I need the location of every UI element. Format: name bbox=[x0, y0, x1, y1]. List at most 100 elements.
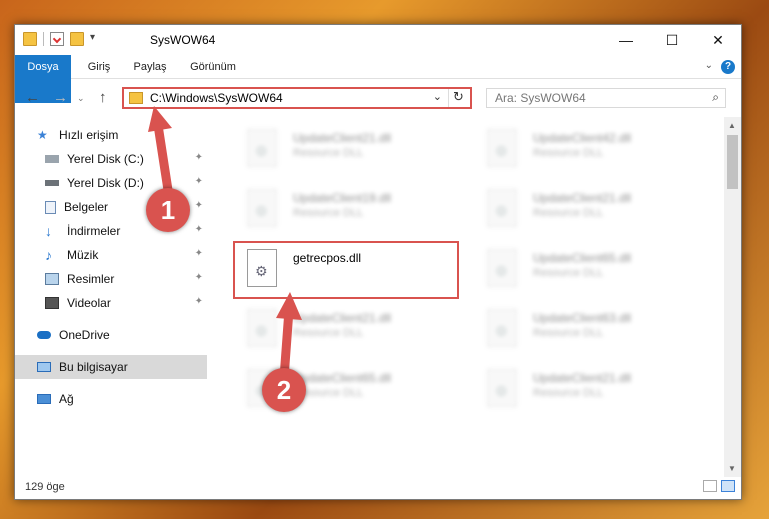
navigation-bar: ← → ⌄ ↑ C:\Windows\SysWOW64 ⌄ ↻ Ara: Sys… bbox=[15, 80, 741, 116]
sidebar-item-music[interactable]: ♪ Müzik ✦ bbox=[15, 243, 207, 267]
file-type: Resource DLL bbox=[533, 147, 604, 159]
file-name: UpdateClient21.dll bbox=[293, 131, 392, 145]
pin-icon[interactable]: ✦ bbox=[195, 224, 203, 235]
details-view-icon[interactable] bbox=[703, 480, 717, 492]
expand-ribbon-icon[interactable]: ⌄ bbox=[705, 60, 713, 71]
up-button[interactable]: ↑ bbox=[99, 89, 107, 106]
gear-icon: ⚙ bbox=[495, 323, 508, 339]
sidebar-item-this-pc[interactable]: Bu bilgisayar bbox=[15, 355, 207, 379]
tab-home[interactable]: Giriş bbox=[79, 55, 119, 79]
file-item[interactable]: ⚙ UpdateClient21.dll Resource DLL bbox=[235, 125, 465, 173]
tab-share[interactable]: Paylaş bbox=[127, 55, 173, 79]
back-button[interactable]: ← bbox=[25, 89, 40, 106]
customize-toolbar-icon[interactable]: ▾ bbox=[90, 32, 104, 46]
file-type: Resource DLL bbox=[533, 387, 604, 399]
scroll-down-icon[interactable]: ▼ bbox=[728, 464, 736, 473]
sidebar-item-quick-access[interactable]: ★ Hızlı erişim bbox=[15, 123, 207, 147]
file-item[interactable]: ⚙ UpdateClient21.dll Resource DLL bbox=[475, 185, 705, 233]
gear-icon: ⚙ bbox=[255, 143, 268, 159]
search-icon[interactable]: ⌕ bbox=[712, 90, 719, 105]
gear-icon: ⚙ bbox=[255, 323, 268, 339]
file-item[interactable]: ⚙ UpdateClient21.dll Resource DLL bbox=[475, 365, 705, 413]
search-input[interactable]: Ara: SysWOW64 ⌕ bbox=[486, 88, 726, 108]
sidebar-item-network[interactable]: Ağ bbox=[15, 387, 207, 411]
file-name: UpdateClient21.dll bbox=[293, 311, 392, 325]
help-icon[interactable]: ? bbox=[721, 60, 735, 74]
tiles-view-icon[interactable] bbox=[721, 480, 735, 492]
target-file-item[interactable]: ⚙ getrecpos.dll bbox=[235, 245, 465, 293]
minimize-button[interactable]: — bbox=[603, 25, 649, 55]
sidebar-item-label: Hızlı erişim bbox=[59, 128, 119, 142]
pin-icon[interactable]: ✦ bbox=[195, 272, 203, 283]
file-item[interactable]: ⚙ UpdateClient19.dll Resource DLL bbox=[235, 185, 465, 233]
vertical-scrollbar[interactable]: ▲ ▼ bbox=[724, 117, 741, 477]
address-bar[interactable]: C:\Windows\SysWOW64 ⌄ ↻ bbox=[122, 87, 472, 109]
address-dropdown-icon[interactable]: ⌄ bbox=[433, 90, 442, 103]
sidebar-item-label: OneDrive bbox=[59, 328, 110, 342]
computer-icon bbox=[37, 362, 51, 372]
file-item[interactable]: ⚙ UpdateClient42.dll Resource DLL bbox=[475, 125, 705, 173]
pin-icon[interactable]: ✦ bbox=[195, 248, 203, 259]
tab-view[interactable]: Görünüm bbox=[183, 55, 243, 79]
gear-icon: ⚙ bbox=[255, 203, 268, 219]
network-icon bbox=[37, 394, 51, 404]
recent-locations-icon[interactable]: ⌄ bbox=[77, 93, 85, 104]
sidebar-item-label: İndirmeler bbox=[67, 224, 121, 238]
properties-icon[interactable] bbox=[50, 32, 64, 46]
sidebar-item-disk-c[interactable]: Yerel Disk (C:) ✦ bbox=[15, 147, 207, 171]
file-name: getrecpos.dll bbox=[293, 251, 362, 265]
file-type: Resource DLL bbox=[533, 327, 604, 339]
documents-icon bbox=[45, 200, 56, 214]
refresh-icon[interactable]: ↻ bbox=[448, 89, 468, 107]
file-name: UpdateClient21.dll bbox=[533, 371, 632, 385]
file-item[interactable]: ⚙ UpdateClient21.dll Resource DLL bbox=[235, 305, 465, 353]
sidebar-item-label: Belgeler bbox=[64, 200, 109, 214]
status-bar: 129 öge bbox=[15, 475, 741, 499]
sidebar-item-label: Bu bilgisayar bbox=[59, 360, 128, 374]
window-controls: — ☐ ✕ bbox=[603, 25, 741, 55]
drive-icon bbox=[45, 180, 59, 186]
window-title: SysWOW64 bbox=[150, 33, 216, 47]
forward-button[interactable]: → bbox=[53, 89, 68, 106]
address-path: C:\Windows\SysWOW64 bbox=[150, 91, 283, 105]
music-icon: ♪ bbox=[45, 247, 52, 263]
sidebar-item-label: Yerel Disk (D:) bbox=[67, 176, 144, 190]
gear-icon: ⚙ bbox=[495, 143, 508, 159]
pin-icon[interactable]: ✦ bbox=[195, 152, 203, 163]
ribbon-tabs: Dosya Giriş Paylaş Görünüm ⌄ ? bbox=[15, 55, 741, 103]
close-button[interactable]: ✕ bbox=[695, 25, 741, 55]
item-count: 129 öge bbox=[25, 481, 65, 493]
cloud-icon bbox=[37, 331, 51, 339]
sidebar-item-label: Müzik bbox=[67, 248, 99, 262]
maximize-button[interactable]: ☐ bbox=[649, 25, 695, 55]
download-icon: ↓ bbox=[45, 223, 52, 239]
sidebar-item-videos[interactable]: Videolar ✦ bbox=[15, 291, 207, 315]
file-item[interactable]: ⚙ UpdateClient63.dll Resource DLL bbox=[475, 305, 705, 353]
folder-icon bbox=[23, 32, 37, 46]
gear-icon: ⚙ bbox=[495, 263, 508, 279]
file-type: Resource DLL bbox=[293, 147, 364, 159]
file-type: Resource DLL bbox=[293, 327, 364, 339]
video-icon bbox=[45, 297, 59, 309]
sidebar-item-pictures[interactable]: Resimler ✦ bbox=[15, 267, 207, 291]
file-name: UpdateClient65.dll bbox=[533, 251, 632, 265]
scroll-up-icon[interactable]: ▲ bbox=[728, 121, 736, 130]
file-type: Resource DLL bbox=[533, 267, 604, 279]
file-name: UpdateClient21.dll bbox=[533, 191, 632, 205]
pictures-icon bbox=[45, 273, 59, 285]
quick-access-toolbar: ▾ bbox=[23, 32, 104, 46]
navigation-pane: ★ Hızlı erişim Yerel Disk (C:) ✦ Yerel D… bbox=[15, 117, 207, 477]
pin-icon[interactable]: ✦ bbox=[195, 176, 203, 187]
scrollbar-thumb[interactable] bbox=[727, 135, 738, 189]
folder-icon bbox=[129, 92, 143, 104]
sidebar-item-label: Ağ bbox=[59, 392, 74, 406]
file-item[interactable]: ⚙ UpdateClient65.dll Resource DLL bbox=[475, 245, 705, 293]
gear-icon: ⚙ bbox=[495, 203, 508, 219]
pin-icon[interactable]: ✦ bbox=[195, 200, 203, 211]
file-type: Resource DLL bbox=[533, 207, 604, 219]
new-folder-icon[interactable] bbox=[70, 32, 84, 46]
explorer-window: ▾ SysWOW64 — ☐ ✕ Dosya Giriş Paylaş Görü… bbox=[14, 24, 742, 500]
pin-icon[interactable]: ✦ bbox=[195, 296, 203, 307]
sidebar-item-onedrive[interactable]: OneDrive bbox=[15, 323, 207, 347]
gear-icon: ⚙ bbox=[255, 263, 268, 279]
